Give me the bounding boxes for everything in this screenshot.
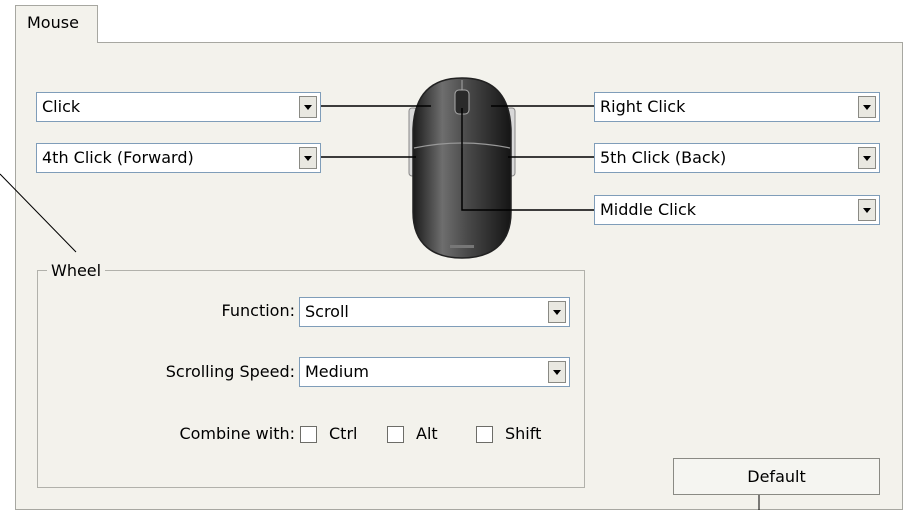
wheel-group-label: Wheel	[47, 261, 106, 280]
tab-mouse-label: Mouse	[27, 13, 79, 32]
alt-checkbox-label: Alt	[416, 424, 438, 443]
chevron-down-icon[interactable]	[548, 361, 566, 383]
default-button[interactable]: Default	[673, 458, 880, 495]
scrolling-speed-dropdown[interactable]: Medium	[299, 357, 570, 387]
alt-checkbox[interactable]	[387, 426, 404, 443]
scrolling-speed-label: Scrolling Speed:	[165, 362, 295, 381]
chevron-down-icon[interactable]	[548, 301, 566, 323]
tab-mouse[interactable]: Mouse	[15, 5, 98, 43]
scrolling-speed-value: Medium	[305, 362, 369, 381]
ctrl-checkbox[interactable]	[300, 426, 317, 443]
wheel-function-dropdown[interactable]: Scroll	[299, 297, 570, 327]
wheel-function-value: Scroll	[305, 302, 349, 321]
function-label: Function:	[221, 301, 295, 320]
combine-with-label: Combine with:	[179, 424, 295, 443]
shift-checkbox[interactable]	[476, 426, 493, 443]
callout-line	[0, 173, 77, 253]
ctrl-checkbox-label: Ctrl	[329, 424, 358, 443]
shift-checkbox-label: Shift	[505, 424, 542, 443]
